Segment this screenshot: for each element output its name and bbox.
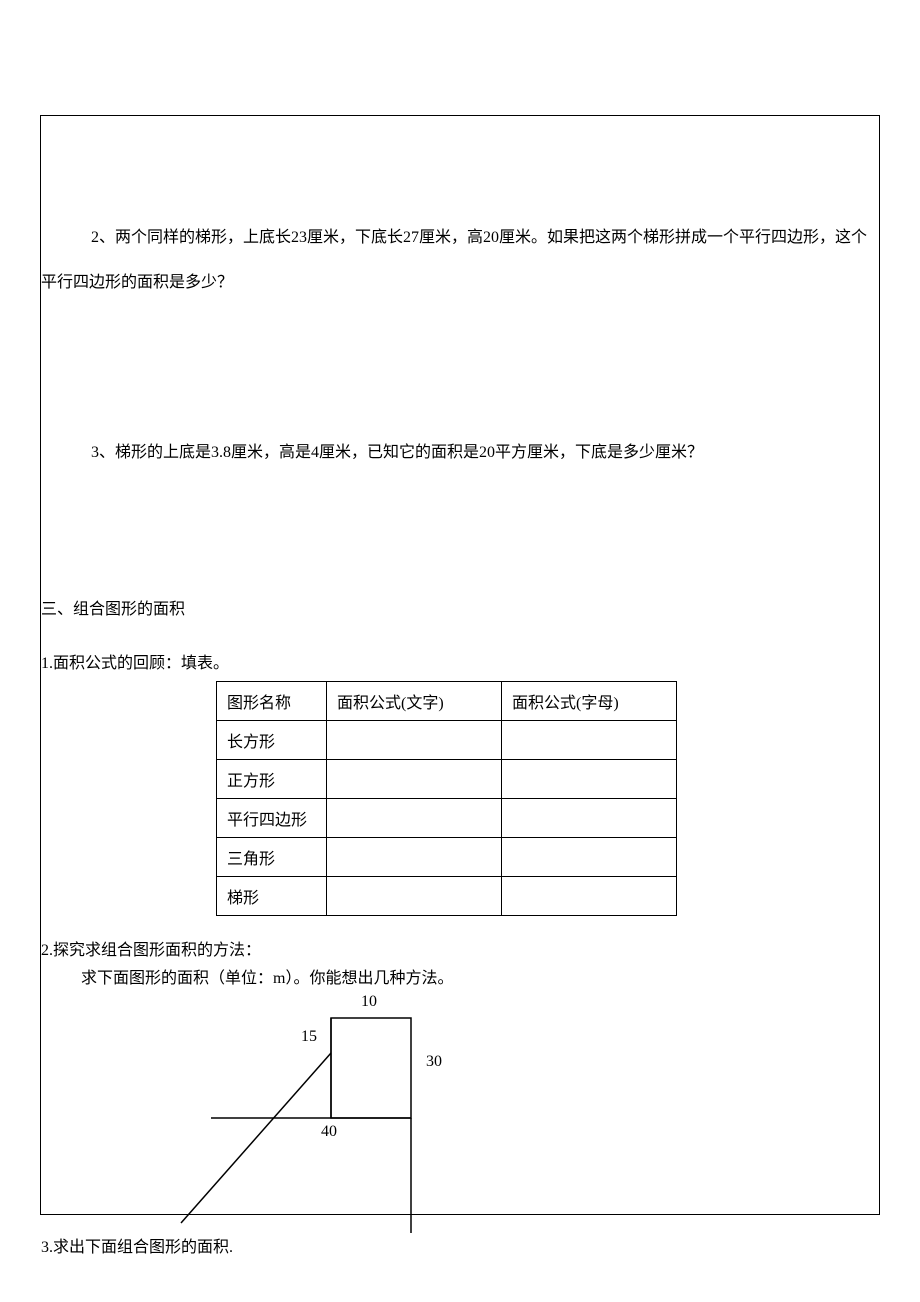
table-row: 正方形 (217, 760, 677, 799)
figure-diagonal (181, 1053, 331, 1223)
subsection-3: 3.求出下面组合图形的面积. (41, 1233, 879, 1257)
content-area: 2、两个同样的梯形，上底长23厘米，下底长27厘米，高20厘米。如果把这两个梯形… (41, 116, 879, 1257)
question-3-text: 3、梯形的上底是3.8厘米，高是4厘米，已知它的面积是20平方厘米，下底是多少厘… (91, 444, 703, 461)
cell-shape-name: 正方形 (217, 760, 327, 799)
cell-shape-name: 梯形 (217, 877, 327, 916)
cell-shape-name: 长方形 (217, 721, 327, 760)
table-row: 长方形 (217, 721, 677, 760)
question-2-continuation: 平行四边形的面积是多少？ (41, 261, 879, 306)
header-shape-name: 图形名称 (217, 682, 327, 721)
question-3: 3、梯形的上底是3.8厘米，高是4厘米，已知它的面积是20平方厘米，下底是多少厘… (41, 306, 879, 476)
cell-formula-word[interactable] (327, 799, 502, 838)
figure-label-top: 10 (361, 993, 377, 1011)
question-2-text: 2、两个同样的梯形，上底长23厘米，下底长27厘米，高20厘米。如果把这两个梯形… (91, 229, 867, 246)
table-row: 梯形 (217, 877, 677, 916)
table-row: 三角形 (217, 838, 677, 877)
cell-formula-letter[interactable] (502, 799, 677, 838)
question-2-cont-text: 平行四边形的面积是多少？ (41, 274, 233, 291)
cell-formula-word[interactable] (327, 760, 502, 799)
cell-shape-name: 三角形 (217, 838, 327, 877)
figure-label-right: 30 (426, 1053, 442, 1071)
figure-label-left: 15 (301, 1028, 317, 1046)
figure-top-rect (331, 1018, 411, 1118)
page-border: 2、两个同样的梯形，上底长23厘米，下底长27厘米，高20厘米。如果把这两个梯形… (40, 115, 880, 1215)
subsection-2-line1: 2.探究求组合图形面积的方法： (41, 942, 261, 959)
cell-formula-letter[interactable] (502, 838, 677, 877)
cell-formula-word[interactable] (327, 721, 502, 760)
subsection-1: 1.面积公式的回顾：填表。 (41, 619, 879, 673)
header-formula-word: 面积公式(文字) (327, 682, 502, 721)
cell-formula-letter[interactable] (502, 877, 677, 916)
header-formula-letter: 面积公式(字母) (502, 682, 677, 721)
figure-label-bottom: 40 (321, 1123, 337, 1141)
subsection-3-text: 3.求出下面组合图形的面积. (41, 1239, 233, 1256)
question-2: 2、两个同样的梯形，上底长23厘米，下底长27厘米，高20厘米。如果把这两个梯形… (41, 116, 879, 261)
cell-formula-letter[interactable] (502, 721, 677, 760)
section-3-title-text: 三、组合图形的面积 (41, 601, 185, 618)
subsection-2-line2-wrap: 求下面图形的面积（单位：m）。你能想出几种方法。 (41, 960, 879, 988)
subsection-2-line2: 求下面图形的面积（单位：m）。你能想出几种方法。 (81, 970, 453, 987)
figure-svg (151, 993, 551, 1233)
composite-figure: 10 15 30 40 (151, 993, 551, 1233)
subsection-1-text: 1.面积公式的回顾：填表。 (41, 655, 229, 672)
formula-table: 图形名称 面积公式(文字) 面积公式(字母) 长方形 正方形 平行四边形 (216, 681, 677, 916)
formula-table-container: 图形名称 面积公式(文字) 面积公式(字母) 长方形 正方形 平行四边形 (41, 673, 879, 916)
cell-formula-word[interactable] (327, 877, 502, 916)
cell-formula-word[interactable] (327, 838, 502, 877)
table-header-row: 图形名称 面积公式(文字) 面积公式(字母) (217, 682, 677, 721)
section-3-title: 三、组合图形的面积 (41, 475, 879, 619)
cell-formula-letter[interactable] (502, 760, 677, 799)
table-row: 平行四边形 (217, 799, 677, 838)
subsection-2: 2.探究求组合图形面积的方法： (41, 916, 879, 960)
cell-shape-name: 平行四边形 (217, 799, 327, 838)
